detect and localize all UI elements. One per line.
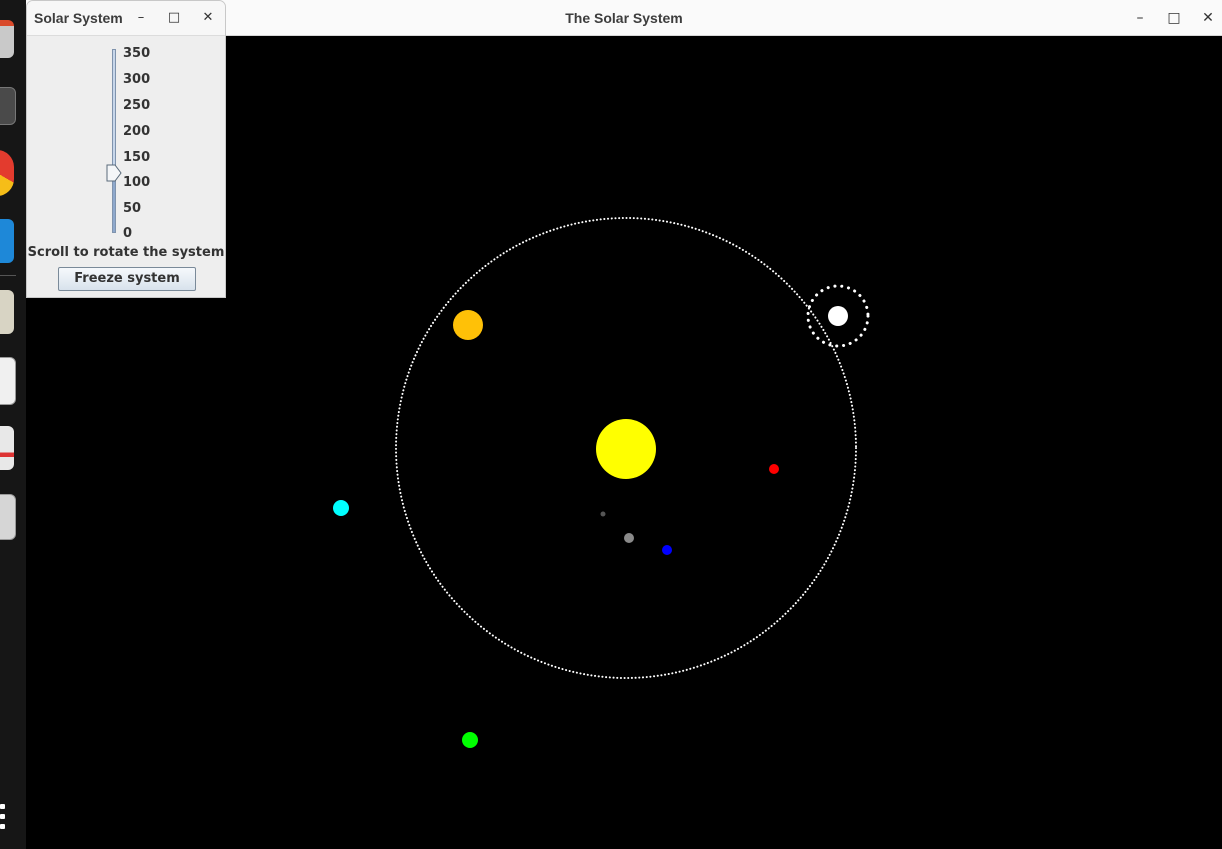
- slider-tick-label: 300: [123, 72, 151, 87]
- maximize-button[interactable]: □: [1162, 6, 1186, 30]
- slider-tick-label: 50: [123, 201, 142, 216]
- minimize-button[interactable]: –: [1128, 6, 1152, 30]
- control-titlebar[interactable]: Solar System – □ ✕: [27, 1, 225, 36]
- chrome-icon[interactable]: [0, 150, 14, 196]
- slider-tick-label: 0: [123, 226, 133, 241]
- freeze-system-button[interactable]: Freeze system: [58, 267, 196, 291]
- control-close-button[interactable]: ✕: [197, 6, 219, 30]
- control-window-title: Solar System: [34, 10, 123, 26]
- desktop: The Solar System – □ ✕ Solar System – □ …: [0, 0, 1222, 849]
- control-maximize-button[interactable]: □: [163, 6, 185, 30]
- vscode-icon[interactable]: [0, 219, 14, 263]
- control-minimize-button[interactable]: –: [130, 6, 152, 30]
- inkscape-icon[interactable]: [0, 357, 16, 405]
- slider-tick-label: 200: [123, 124, 151, 139]
- slider-tick-label: 150: [123, 150, 151, 165]
- slider-tick-label: 250: [123, 98, 151, 113]
- body-blue: [662, 545, 672, 555]
- dock-separator: [0, 275, 16, 276]
- sun: [596, 419, 656, 479]
- terminal-icon[interactable]: [0, 87, 16, 125]
- body-orange: [453, 310, 483, 340]
- body-green: [462, 732, 478, 748]
- files-icon[interactable]: [0, 20, 14, 58]
- speed-slider-track[interactable]: [112, 49, 116, 233]
- apps-grid-icon[interactable]: [0, 804, 8, 836]
- slider-tick-label: 350: [123, 46, 151, 61]
- calendar-icon[interactable]: [0, 426, 14, 470]
- speed-slider-thumb[interactable]: [106, 164, 122, 182]
- body-cyan: [333, 500, 349, 516]
- usb-icon[interactable]: [0, 494, 16, 540]
- control-window: Solar System – □ ✕ 350 300 250 200 150 1…: [26, 0, 226, 298]
- close-button[interactable]: ✕: [1196, 6, 1220, 30]
- body-white: [828, 306, 848, 326]
- dock: [0, 0, 26, 849]
- rotate-hint-label: Scroll to rotate the system: [27, 245, 225, 260]
- body-gray: [624, 533, 634, 543]
- body-red: [769, 464, 779, 474]
- document-icon[interactable]: [0, 290, 14, 334]
- body-gray-small: [600, 511, 606, 517]
- slider-tick-label: 100: [123, 175, 151, 190]
